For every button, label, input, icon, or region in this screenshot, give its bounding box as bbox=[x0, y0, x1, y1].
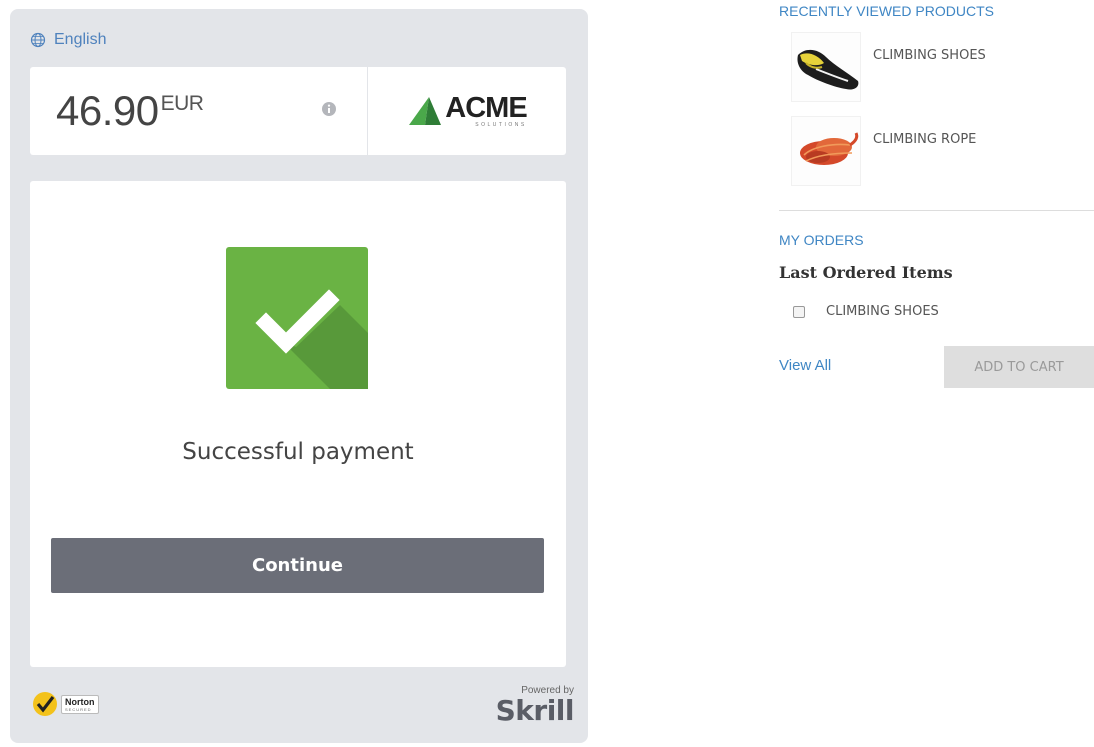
my-orders-title: MY ORDERS bbox=[779, 232, 864, 248]
skrill-logo: Skrill bbox=[495, 694, 575, 727]
climbing-rope-icon bbox=[800, 132, 859, 165]
ordered-item-name: CLIMBING SHOES bbox=[826, 304, 939, 319]
amount-value: 46.90 bbox=[56, 87, 159, 134]
payment-status-card: Successful payment Continue bbox=[30, 181, 566, 667]
product-name[interactable]: CLIMBING SHOES bbox=[873, 48, 986, 63]
info-icon[interactable] bbox=[321, 101, 337, 117]
payment-status-text: Successful payment bbox=[182, 439, 414, 465]
sidebar-divider bbox=[779, 210, 1094, 211]
norton-secured-badge: Norton SECURED bbox=[32, 691, 99, 717]
currency-code: EUR bbox=[160, 92, 204, 115]
merchant-section: ACME SOLUTIONS bbox=[368, 67, 566, 155]
language-label[interactable]: English bbox=[54, 31, 106, 49]
payment-widget: English 46.90 EUR ACME SOLUTIONS Success… bbox=[10, 9, 588, 743]
success-checkmark-icon bbox=[226, 247, 368, 389]
skrill-branding: Powered by Skrill bbox=[495, 685, 575, 727]
merchant-name: ACME bbox=[445, 92, 527, 124]
product-thumbnail[interactable] bbox=[791, 116, 861, 186]
payment-amount: 46.90 EUR bbox=[56, 87, 204, 135]
amount-panel: 46.90 EUR ACME SOLUTIONS bbox=[30, 67, 566, 155]
climbing-shoe-icon bbox=[797, 49, 859, 90]
acme-mountain-icon bbox=[409, 97, 442, 125]
globe-icon bbox=[30, 32, 46, 48]
product-thumbnail[interactable] bbox=[791, 32, 861, 102]
continue-button[interactable]: Continue bbox=[51, 538, 544, 593]
view-all-link[interactable]: View All bbox=[779, 357, 831, 374]
recently-viewed-title: RECENTLY VIEWED PRODUCTS bbox=[779, 3, 994, 19]
norton-tagline: SECURED bbox=[65, 706, 92, 712]
language-selector[interactable]: English bbox=[30, 31, 106, 49]
product-name[interactable]: CLIMBING ROPE bbox=[873, 132, 976, 147]
recent-product-item[interactable]: CLIMBING SHOES bbox=[791, 32, 1091, 102]
amount-section: 46.90 EUR bbox=[30, 67, 368, 155]
store-sidebar: RECENTLY VIEWED PRODUCTS CLIMBING SHOES … bbox=[779, 0, 1094, 400]
merchant-tagline: SOLUTIONS bbox=[475, 122, 527, 128]
merchant-logo: ACME SOLUTIONS bbox=[407, 92, 528, 128]
add-to-cart-button[interactable]: ADD TO CART bbox=[944, 346, 1094, 388]
norton-name: Norton bbox=[65, 696, 95, 707]
recent-product-item[interactable]: CLIMBING ROPE bbox=[791, 116, 1091, 186]
ordered-item: CLIMBING SHOES bbox=[793, 304, 939, 319]
norton-check-icon bbox=[33, 692, 57, 716]
last-ordered-items-heading: Last Ordered Items bbox=[779, 263, 953, 282]
ordered-item-checkbox[interactable] bbox=[793, 305, 805, 318]
